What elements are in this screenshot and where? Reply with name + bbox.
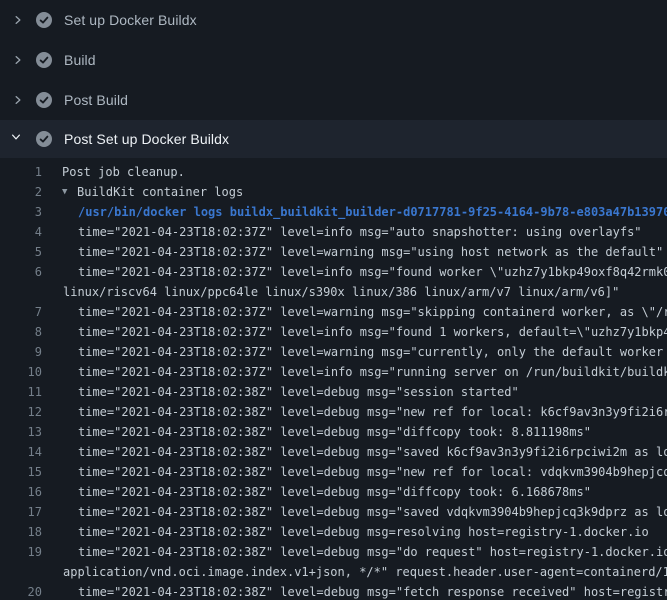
log-text: time="2021-04-23T18:02:38Z" level=debug … xyxy=(78,462,667,482)
log-text: time="2021-04-23T18:02:37Z" level=info m… xyxy=(78,222,642,242)
log-line: 19 time="2021-04-23T18:02:38Z" level=deb… xyxy=(0,542,667,562)
line-number[interactable]: 8 xyxy=(0,322,42,342)
line-number[interactable]: 19 xyxy=(0,542,42,562)
line-number[interactable] xyxy=(0,562,42,582)
line-number[interactable]: 4 xyxy=(0,222,42,242)
line-number[interactable]: 20 xyxy=(0,582,42,600)
line-number[interactable]: 9 xyxy=(0,342,42,362)
log-line: 3 /usr/bin/docker logs buildx_buildkit_b… xyxy=(0,202,667,222)
log-text: time="2021-04-23T18:02:38Z" level=debug … xyxy=(78,522,649,542)
log-text: time="2021-04-23T18:02:37Z" level=info m… xyxy=(78,362,667,382)
group-collapse-toggle-icon[interactable]: ▼ xyxy=(62,182,77,202)
log-text: BuildKit container logs xyxy=(77,182,243,202)
line-number[interactable]: 6 xyxy=(0,262,42,282)
log-line: 9 time="2021-04-23T18:02:37Z" level=warn… xyxy=(0,342,667,362)
log-line: 13 time="2021-04-23T18:02:38Z" level=deb… xyxy=(0,422,667,442)
log-line: 5 time="2021-04-23T18:02:37Z" level=warn… xyxy=(0,242,667,262)
line-number[interactable]: 12 xyxy=(0,402,42,422)
log-text: time="2021-04-23T18:02:37Z" level=info m… xyxy=(78,322,667,342)
log-text: time="2021-04-23T18:02:38Z" level=debug … xyxy=(78,482,591,502)
chevron-right-icon xyxy=(10,12,26,28)
log-line: 17 time="2021-04-23T18:02:38Z" level=deb… xyxy=(0,502,667,522)
log-line: 10 time="2021-04-23T18:02:37Z" level=inf… xyxy=(0,362,667,382)
check-circle-icon xyxy=(36,92,52,108)
line-number[interactable]: 10 xyxy=(0,362,42,382)
step-header-row[interactable]: Build xyxy=(0,40,667,80)
log-line: 16 time="2021-04-23T18:02:38Z" level=deb… xyxy=(0,482,667,502)
log-line: 20 time="2021-04-23T18:02:38Z" level=deb… xyxy=(0,582,667,600)
chevron-right-icon xyxy=(10,92,26,108)
log-line: 15 time="2021-04-23T18:02:38Z" level=deb… xyxy=(0,462,667,482)
line-number[interactable]: 13 xyxy=(0,422,42,442)
log-text: time="2021-04-23T18:02:38Z" level=debug … xyxy=(78,402,667,422)
line-number[interactable]: 11 xyxy=(0,382,42,402)
check-circle-icon xyxy=(36,131,52,147)
log-line: 7 time="2021-04-23T18:02:37Z" level=warn… xyxy=(0,302,667,322)
log-text: Post job cleanup. xyxy=(62,162,185,182)
step-header-row[interactable]: Post Set up Docker Buildx xyxy=(0,120,667,158)
log-line: 1 Post job cleanup. xyxy=(0,162,667,182)
line-number[interactable]: 17 xyxy=(0,502,42,522)
log-line: 2 ▼ BuildKit container logs xyxy=(0,182,667,202)
log-text: time="2021-04-23T18:02:38Z" level=debug … xyxy=(78,502,667,522)
log-line: 18 time="2021-04-23T18:02:38Z" level=deb… xyxy=(0,522,667,542)
check-circle-icon xyxy=(36,52,52,68)
line-number[interactable]: 14 xyxy=(0,442,42,462)
step-list: Set up Docker Buildx Build xyxy=(0,0,667,158)
step-label: Post Build xyxy=(64,92,128,108)
line-number[interactable]: 5 xyxy=(0,242,42,262)
log-text: time="2021-04-23T18:02:38Z" level=debug … xyxy=(78,382,519,402)
log-viewer: 1 Post job cleanup. 2 ▼ BuildKit contain… xyxy=(0,158,667,600)
log-text: linux/riscv64 linux/ppc64le linux/s390x … xyxy=(63,282,619,302)
log-text: time="2021-04-23T18:02:37Z" level=warnin… xyxy=(78,302,667,322)
log-line: 14 time="2021-04-23T18:02:38Z" level=deb… xyxy=(0,442,667,462)
log-text: time="2021-04-23T18:02:37Z" level=info m… xyxy=(78,262,667,282)
line-number[interactable]: 18 xyxy=(0,522,42,542)
log-text: application/vnd.oci.image.index.v1+json,… xyxy=(63,562,667,582)
log-text: time="2021-04-23T18:02:38Z" level=debug … xyxy=(78,422,591,442)
line-number[interactable]: 7 xyxy=(0,302,42,322)
step-label: Post Set up Docker Buildx xyxy=(64,131,229,147)
log-text: /usr/bin/docker logs buildx_buildkit_bui… xyxy=(78,202,667,222)
line-number[interactable]: 1 xyxy=(0,162,42,182)
line-number[interactable]: 16 xyxy=(0,482,42,502)
step-header-row[interactable]: Post Build xyxy=(0,80,667,120)
chevron-down-icon xyxy=(10,131,26,147)
log-line: linux/riscv64 linux/ppc64le linux/s390x … xyxy=(0,282,667,302)
log-text: time="2021-04-23T18:02:38Z" level=debug … xyxy=(78,542,667,562)
line-number[interactable] xyxy=(0,282,42,302)
log-line: 6 time="2021-04-23T18:02:37Z" level=info… xyxy=(0,262,667,282)
step-label: Set up Docker Buildx xyxy=(64,12,197,28)
step-label: Build xyxy=(64,52,96,68)
log-text: time="2021-04-23T18:02:38Z" level=debug … xyxy=(78,582,667,600)
step-header-row[interactable]: Set up Docker Buildx xyxy=(0,0,667,40)
chevron-right-icon xyxy=(10,52,26,68)
log-line: 8 time="2021-04-23T18:02:37Z" level=info… xyxy=(0,322,667,342)
log-text: time="2021-04-23T18:02:38Z" level=debug … xyxy=(78,442,667,462)
line-number[interactable]: 3 xyxy=(0,202,42,222)
log-line: 11 time="2021-04-23T18:02:38Z" level=deb… xyxy=(0,382,667,402)
line-number[interactable]: 2 xyxy=(0,182,42,202)
log-line: application/vnd.oci.image.index.v1+json,… xyxy=(0,562,667,582)
log-line: 4 time="2021-04-23T18:02:37Z" level=info… xyxy=(0,222,667,242)
log-text: time="2021-04-23T18:02:37Z" level=warnin… xyxy=(78,342,667,362)
log-line: 12 time="2021-04-23T18:02:38Z" level=deb… xyxy=(0,402,667,422)
line-number[interactable]: 15 xyxy=(0,462,42,482)
check-circle-icon xyxy=(36,12,52,28)
log-text: time="2021-04-23T18:02:37Z" level=warnin… xyxy=(78,242,663,262)
